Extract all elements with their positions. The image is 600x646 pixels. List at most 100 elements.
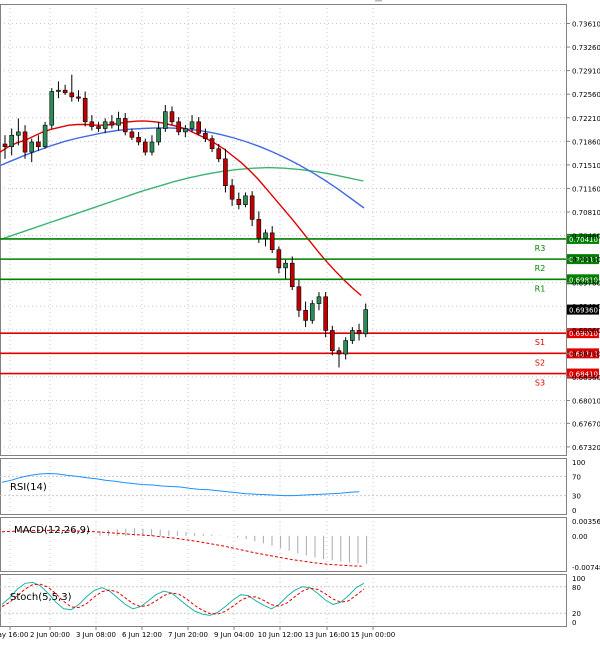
current-price-label: 0.69360 bbox=[569, 307, 598, 315]
candle bbox=[309, 300, 315, 324]
candle bbox=[122, 113, 128, 136]
candle-body bbox=[42, 124, 48, 148]
panel-frame-1 bbox=[0, 458, 567, 515]
candle-body bbox=[256, 219, 262, 239]
candle bbox=[236, 192, 242, 210]
candle-body bbox=[209, 138, 215, 150]
candle bbox=[102, 118, 108, 134]
pivot-name-s1: S1 bbox=[535, 338, 545, 347]
price-axis: 0.73610 0.73260 0.72910 0.72560 0.72210 0.718… bbox=[566, 21, 600, 452]
candle bbox=[89, 115, 95, 131]
candle bbox=[42, 121, 48, 149]
pivot-name-s2: S2 bbox=[535, 358, 545, 367]
candles bbox=[2, 74, 369, 368]
candle bbox=[223, 148, 228, 193]
rsi-tick-label: 70 bbox=[572, 473, 581, 481]
candle bbox=[29, 138, 35, 163]
price-tick-label: 0.68360 bbox=[572, 374, 600, 382]
price-tick-label: 0.72210 bbox=[572, 115, 600, 123]
candle-body bbox=[62, 89, 68, 94]
price-tick-label: 0.70810 bbox=[572, 209, 600, 217]
price-tick-label: 0.71510 bbox=[572, 162, 600, 170]
candle bbox=[2, 135, 8, 159]
candle bbox=[269, 226, 275, 254]
candle bbox=[136, 131, 141, 146]
candle-body bbox=[363, 309, 369, 335]
ma-red-line bbox=[0, 120, 362, 297]
candle bbox=[249, 191, 255, 227]
pivot-name-r2: R2 bbox=[535, 264, 546, 273]
candle bbox=[69, 74, 75, 102]
candle-body bbox=[16, 131, 21, 136]
candle bbox=[56, 81, 61, 99]
candle-body bbox=[303, 309, 308, 321]
candle bbox=[229, 179, 235, 206]
candle bbox=[323, 292, 328, 338]
price-tick-label: 0.68710 bbox=[572, 350, 600, 358]
stoch-tick-label: 0 bbox=[572, 619, 576, 627]
candle bbox=[296, 279, 302, 318]
moving-averages bbox=[0, 120, 365, 297]
candle-body bbox=[149, 141, 155, 153]
candle bbox=[96, 121, 101, 132]
time-tick-label: 10 Jun 12:00 bbox=[258, 631, 302, 639]
price-tick-label: 0.69760 bbox=[572, 280, 600, 288]
candle-body bbox=[276, 249, 282, 269]
stoch-label: Stoch(5,5,3) bbox=[10, 592, 72, 603]
macd-tick-label: 0.00 bbox=[572, 533, 588, 541]
candle-body bbox=[89, 121, 95, 127]
price-tick-label: 0.73260 bbox=[572, 44, 600, 52]
candle-body bbox=[116, 118, 121, 126]
candle-body bbox=[263, 232, 268, 239]
candle bbox=[109, 115, 115, 129]
ma-blue-line bbox=[0, 127, 365, 209]
price-tick-label: 0.69060 bbox=[572, 327, 600, 335]
stoch-tick-label: 20 bbox=[572, 610, 581, 618]
candle-body bbox=[336, 350, 342, 355]
candle bbox=[356, 323, 362, 341]
rsi-label: RSI(14) bbox=[10, 482, 47, 493]
candle bbox=[49, 88, 55, 129]
price-tick-label: 0.70110 bbox=[572, 256, 600, 264]
candle-body bbox=[142, 141, 148, 153]
candle bbox=[22, 125, 28, 159]
candle bbox=[169, 106, 175, 126]
candle-body bbox=[203, 132, 208, 139]
candle bbox=[156, 121, 161, 146]
candle bbox=[289, 256, 295, 291]
candle bbox=[163, 104, 168, 132]
candle-body bbox=[156, 128, 161, 143]
candle bbox=[82, 91, 88, 127]
time-axis: May 16:002 Jun 00:00 3 Jun 08:00 6 Jun 12:… bbox=[0, 626, 395, 639]
chart-svg: R30.70410R20.70110R10.69810S10.69010S20.… bbox=[0, 0, 600, 639]
candle-body bbox=[196, 121, 202, 134]
candle-body bbox=[249, 195, 255, 220]
candle-body bbox=[29, 141, 35, 153]
pivot-levels: R30.70410R20.70110R10.69810S10.69010S20.… bbox=[0, 233, 599, 388]
candle bbox=[116, 111, 121, 131]
candle-body bbox=[316, 296, 322, 304]
candle-body bbox=[122, 118, 128, 133]
panel-frame-0 bbox=[0, 4, 567, 456]
candle-body bbox=[356, 330, 362, 335]
price-tick-label: 0.70460 bbox=[572, 233, 600, 241]
candle-body bbox=[176, 121, 181, 133]
candle-body bbox=[102, 121, 108, 129]
candle-body bbox=[229, 185, 235, 200]
candle-body bbox=[183, 128, 188, 133]
candle-body bbox=[49, 91, 55, 126]
stoch-tick-label: 100 bbox=[572, 575, 585, 583]
candle bbox=[276, 246, 282, 274]
pivot-name-r1: R1 bbox=[535, 284, 546, 293]
candle-body bbox=[129, 131, 135, 138]
candle bbox=[330, 325, 335, 356]
candle-body bbox=[163, 111, 168, 129]
candle-body bbox=[243, 195, 248, 205]
pivot-name-s3: S3 bbox=[535, 379, 545, 388]
candle bbox=[343, 337, 348, 360]
time-tick-label: 3 Jun 08:00 bbox=[76, 631, 116, 639]
candle-body bbox=[223, 158, 228, 187]
candle bbox=[316, 292, 322, 311]
candle bbox=[283, 259, 288, 279]
time-tick-label: 9 Jun 04:00 bbox=[214, 631, 254, 639]
